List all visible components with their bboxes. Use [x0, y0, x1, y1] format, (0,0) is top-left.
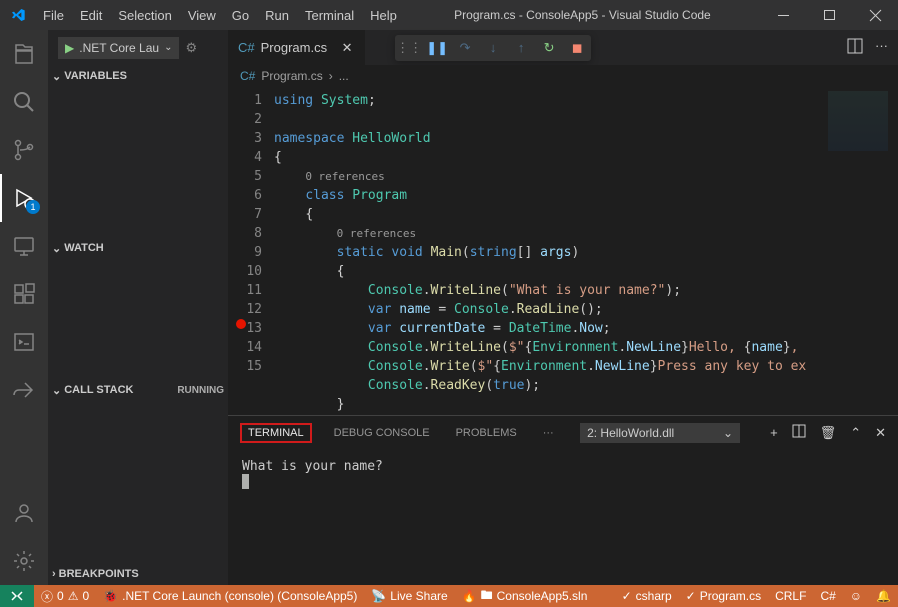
search-icon[interactable] — [0, 78, 48, 126]
tab-debug-console[interactable]: DEBUG CONSOLE — [330, 424, 434, 442]
new-terminal-icon[interactable]: + — [770, 425, 778, 440]
breakpoint-icon[interactable] — [236, 319, 246, 329]
sidebar: ▶ .NET Core Lau ⌄ ⚙ ⌄VARIABLES ⌄WATCH ⌄C… — [48, 30, 228, 585]
breadcrumb[interactable]: C# Program.cs › ... — [228, 65, 898, 87]
tab-terminal[interactable]: TERMINAL — [240, 423, 312, 443]
solution-status[interactable]: 🔥🖿ConsoleApp5.sln — [455, 585, 595, 607]
share-icon[interactable] — [0, 366, 48, 414]
minimize-button[interactable] — [760, 0, 806, 30]
menu-go[interactable]: Go — [224, 0, 257, 30]
debug-controls: ⋮⋮ ❚❚ ↷ ↓ ↑ ↻ ◼ — [395, 35, 591, 61]
play-icon: ▶ — [65, 41, 74, 55]
drag-handle-icon[interactable]: ⋮⋮ — [395, 35, 423, 61]
settings-icon[interactable] — [0, 537, 48, 585]
terminal-output[interactable]: What is your name? — [228, 449, 898, 585]
kill-terminal-icon[interactable]: 🗑 — [820, 425, 837, 441]
chevron-down-icon: ⌄ — [164, 42, 172, 53]
chevron-down-icon: ⌄ — [52, 70, 61, 83]
chevron-down-icon: ⌄ — [52, 384, 61, 397]
language-mode[interactable]: C# — [813, 585, 842, 607]
warning-icon: ⚠ — [68, 589, 79, 603]
terminal-cursor — [242, 474, 249, 489]
callstack-state: RUNNING — [177, 385, 224, 396]
problems-status[interactable]: ⓧ0⚠0 — [34, 585, 96, 607]
activitybar: 1 — [0, 30, 48, 585]
csharp-file-icon: C# — [238, 40, 255, 55]
step-over-icon[interactable]: ↷ — [451, 35, 479, 61]
vscode-logo — [0, 7, 35, 23]
maximize-button[interactable] — [806, 0, 852, 30]
split-editor-icon[interactable] — [847, 38, 863, 57]
close-button[interactable] — [852, 0, 898, 30]
flame-icon: 🔥 — [462, 589, 477, 603]
minimap[interactable] — [818, 87, 898, 415]
more-actions-icon[interactable]: ··· — [875, 38, 888, 57]
menu-edit[interactable]: Edit — [72, 0, 110, 30]
watch-section[interactable]: ⌄WATCH — [48, 237, 228, 259]
close-tab-icon[interactable]: ✕ — [339, 40, 355, 56]
language-server-status[interactable]: ✓csharp — [615, 585, 679, 607]
close-panel-icon[interactable]: ✕ — [875, 425, 886, 441]
menu-terminal[interactable]: Terminal — [297, 0, 362, 30]
debug-badge: 1 — [26, 200, 40, 214]
step-out-icon[interactable]: ↑ — [507, 35, 535, 61]
menu-run[interactable]: Run — [257, 0, 297, 30]
csharp-file-icon: C# — [240, 69, 255, 83]
check-icon: ✓ — [622, 589, 632, 603]
notifications-icon[interactable]: 🔔 — [869, 585, 898, 607]
stop-icon[interactable]: ◼ — [563, 35, 591, 61]
debug-launch-status[interactable]: 🐞.NET Core Launch (console) (ConsoleApp5… — [96, 585, 364, 607]
breakpoints-section[interactable]: ›BREAKPOINTS — [48, 563, 228, 585]
file-status[interactable]: ✓Program.cs — [679, 585, 768, 607]
menu-selection[interactable]: Selection — [110, 0, 179, 30]
accounts-icon[interactable] — [0, 489, 48, 537]
chevron-right-icon: › — [52, 568, 56, 580]
liveshare-icon: 📡 — [371, 589, 386, 603]
code-editor[interactable]: 1 2 3 4 5 6 7 8 9 10 11 12 13 14 15 usin… — [228, 87, 898, 415]
tab-program-cs[interactable]: C# Program.cs ✕ — [228, 30, 365, 65]
debug-icon: 🐞 — [103, 589, 118, 603]
liveshare-status[interactable]: 📡Live Share — [364, 585, 454, 607]
bottom-panel: TERMINAL DEBUG CONSOLE PROBLEMS ··· 2: H… — [228, 415, 898, 585]
menu-help[interactable]: Help — [362, 0, 405, 30]
remote-icon[interactable] — [0, 585, 34, 607]
terminal-selector[interactable]: 2: HelloWorld.dll⌄ — [580, 423, 740, 443]
remote-explorer-icon[interactable] — [0, 222, 48, 270]
menubar: File Edit Selection View Go Run Terminal… — [35, 0, 405, 30]
run-config-selector[interactable]: ▶ .NET Core Lau ⌄ — [58, 37, 179, 59]
code-content[interactable]: using System; namespace HelloWorld { 0 r… — [274, 87, 898, 415]
chevron-down-icon: ⌄ — [52, 242, 61, 255]
menu-file[interactable]: File — [35, 0, 72, 30]
tab-bar: C# Program.cs ✕ ⋮⋮ ❚❚ ↷ ↓ ↑ ↻ ◼ ··· — [228, 30, 898, 65]
titlebar: File Edit Selection View Go Run Terminal… — [0, 0, 898, 30]
editor-area: C# Program.cs ✕ ⋮⋮ ❚❚ ↷ ↓ ↑ ↻ ◼ ··· C# P… — [228, 30, 898, 585]
split-terminal-icon[interactable] — [792, 424, 806, 441]
explorer-icon[interactable] — [0, 30, 48, 78]
check-icon: ✓ — [686, 589, 696, 603]
variables-section[interactable]: ⌄VARIABLES — [48, 65, 228, 87]
eol-status[interactable]: CRLF — [768, 585, 813, 607]
feedback-icon[interactable]: ☺ — [843, 585, 869, 607]
restart-icon[interactable]: ↻ — [535, 35, 563, 61]
gear-icon[interactable]: ⚙ — [185, 40, 197, 56]
run-debug-icon[interactable]: 1 — [0, 174, 48, 222]
error-icon: ⓧ — [41, 588, 53, 605]
extensions-icon[interactable] — [0, 270, 48, 318]
folder-icon: 🖿 — [481, 586, 493, 607]
pause-icon[interactable]: ❚❚ — [423, 35, 451, 61]
terminal-panel-icon[interactable] — [0, 318, 48, 366]
step-into-icon[interactable]: ↓ — [479, 35, 507, 61]
callstack-section[interactable]: ⌄CALL STACKRUNNING — [48, 379, 228, 401]
more-tabs-icon[interactable]: ··· — [539, 424, 558, 442]
line-gutter[interactable]: 1 2 3 4 5 6 7 8 9 10 11 12 13 14 15 — [228, 87, 274, 415]
window-title: Program.cs - ConsoleApp5 - Visual Studio… — [405, 8, 760, 22]
menu-view[interactable]: View — [180, 0, 224, 30]
source-control-icon[interactable] — [0, 126, 48, 174]
maximize-panel-icon[interactable]: ⌃ — [850, 425, 861, 441]
statusbar: ⓧ0⚠0 🐞.NET Core Launch (console) (Consol… — [0, 585, 898, 607]
tab-problems[interactable]: PROBLEMS — [452, 424, 521, 442]
